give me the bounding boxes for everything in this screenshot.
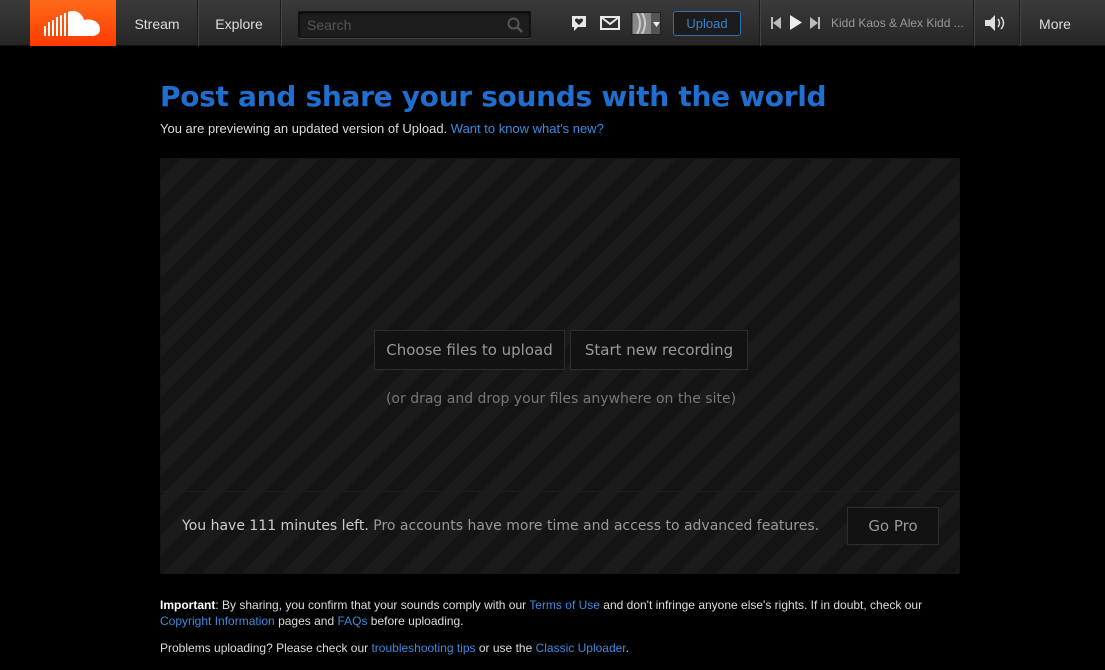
nav-divider	[759, 0, 760, 46]
preview-notice-text: You are previewing an updated version of…	[160, 121, 451, 136]
now-playing-title[interactable]: Kidd Kaos & Alex Kidd ...	[831, 0, 964, 46]
preview-notice: You are previewing an updated version of…	[160, 121, 960, 136]
messages-heart-icon[interactable]	[570, 14, 588, 32]
note-text: : By sharing, you confirm that your soun…	[215, 598, 530, 612]
go-pro-button[interactable]: Go Pro	[847, 507, 939, 545]
problems-note: Problems uploading? Please check our tro…	[160, 640, 960, 656]
nav-divider	[973, 0, 974, 46]
upload-button[interactable]: Upload	[673, 11, 741, 36]
pro-pitch-text: Pro accounts have more time and access t…	[368, 518, 820, 534]
copyright-information-link[interactable]: Copyright Information	[160, 614, 275, 628]
nav-divider	[280, 0, 281, 46]
upload-page: Post and share your sounds with the worl…	[160, 78, 960, 655]
upload-dropzone[interactable]: Choose files to upload Start new recordi…	[160, 158, 960, 574]
nav-explore[interactable]: Explore	[198, 0, 280, 46]
important-note: Important: By sharing, you confirm that …	[160, 597, 960, 629]
play-icon[interactable]	[790, 15, 802, 30]
search-input[interactable]	[299, 12, 530, 37]
search-icon[interactable]	[507, 17, 523, 33]
upload-notes: Important: By sharing, you confirm that …	[160, 597, 960, 656]
faqs-link[interactable]: FAQs	[337, 614, 367, 628]
note-text: Problems uploading? Please check our	[160, 641, 372, 655]
note-text: .	[625, 641, 629, 655]
page-title: Post and share your sounds with the worl…	[160, 80, 827, 113]
soundcloud-cloud-icon	[44, 10, 100, 36]
volume-icon[interactable]	[985, 15, 1009, 31]
terms-of-use-link[interactable]: Terms of Use	[529, 598, 600, 612]
note-text: or use the	[475, 641, 536, 655]
choose-files-button[interactable]: Choose files to upload	[374, 330, 565, 370]
start-recording-button[interactable]: Start new recording	[570, 330, 748, 370]
chevron-down-icon	[653, 22, 660, 27]
note-text: and don't infringe anyone else's rights.…	[599, 598, 923, 612]
important-label: Important	[160, 598, 216, 612]
whats-new-link[interactable]: Want to know what's new?	[451, 121, 604, 136]
mail-icon[interactable]	[600, 16, 620, 30]
more-menu[interactable]: More	[1020, 0, 1090, 46]
avatar	[633, 13, 651, 34]
next-track-icon[interactable]	[810, 17, 820, 29]
minutes-footer: You have 111 minutes left. Pro accounts …	[161, 491, 959, 573]
user-menu[interactable]	[631, 12, 661, 35]
note-text: before uploading.	[367, 614, 464, 628]
top-header: Stream Explore Upload Kidd	[0, 0, 1105, 46]
classic-uploader-link[interactable]: Classic Uploader	[536, 641, 626, 655]
nav-stream[interactable]: Stream	[116, 0, 198, 46]
minutes-left-strong: You have 111 minutes left.	[182, 518, 369, 534]
search-box	[298, 11, 531, 38]
drag-drop-hint: (or drag and drop your files anywhere on…	[385, 391, 737, 407]
previous-track-icon[interactable]	[771, 17, 781, 29]
troubleshooting-tips-link[interactable]: troubleshooting tips	[371, 641, 475, 655]
soundcloud-logo[interactable]	[30, 0, 116, 46]
minutes-left-text: You have 111 minutes left. Pro accounts …	[182, 518, 819, 534]
note-text: pages and	[274, 614, 338, 628]
